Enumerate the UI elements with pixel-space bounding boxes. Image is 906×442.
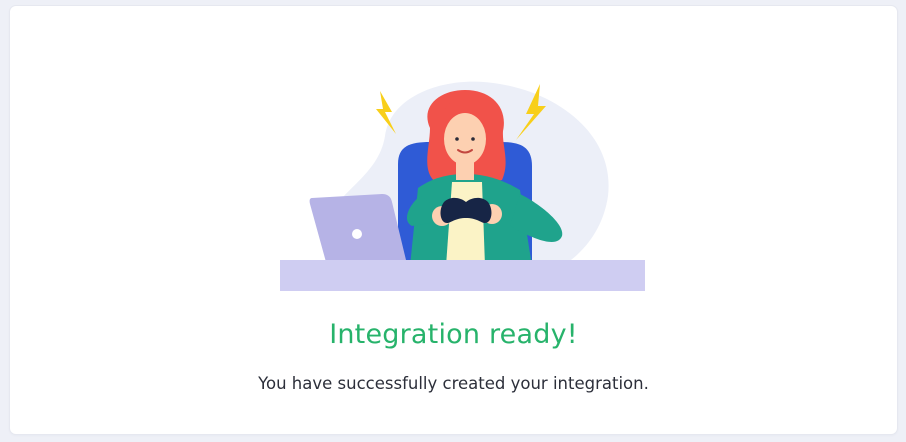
eye-right xyxy=(471,137,475,141)
success-card: Integration ready! You have successfully… xyxy=(10,6,897,434)
eye-left xyxy=(455,137,459,141)
success-title: Integration ready! xyxy=(329,319,578,350)
shirt xyxy=(446,182,485,266)
laptop-logo xyxy=(352,229,362,239)
face xyxy=(444,113,486,165)
success-illustration xyxy=(280,81,645,291)
success-message: You have successfully created your integ… xyxy=(258,374,649,393)
desk xyxy=(280,260,645,291)
laptop-icon xyxy=(309,194,406,262)
